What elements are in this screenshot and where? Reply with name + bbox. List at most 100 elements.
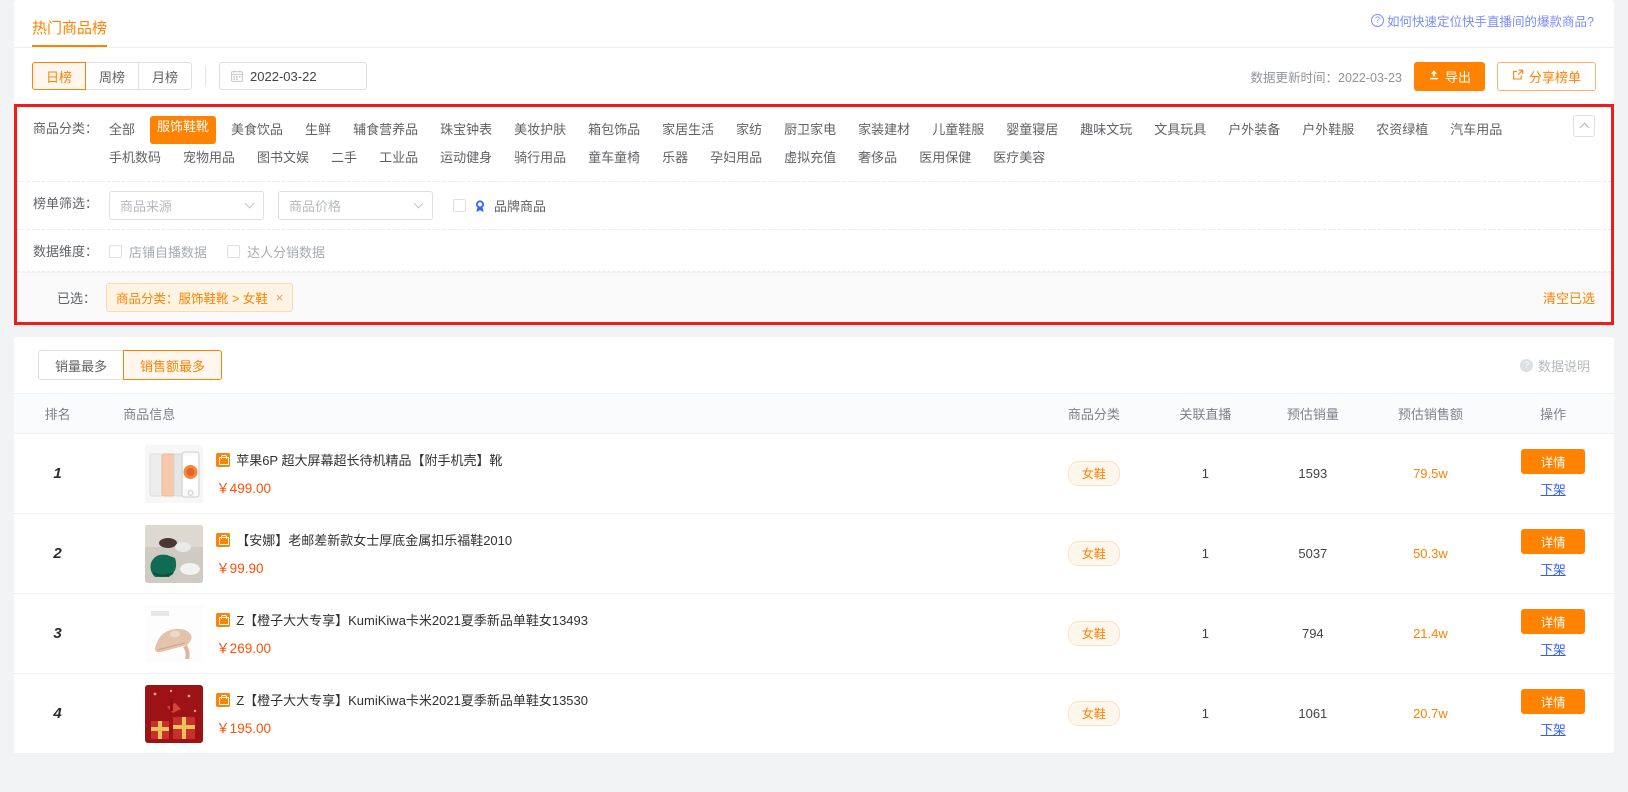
product-thumbnail[interactable] [145, 684, 204, 743]
list-filter-row: 榜单筛选： 商品来源 商品价格 品牌商品 [17, 182, 1611, 230]
cell-volume: 5037 [1257, 513, 1369, 594]
product-thumbnail[interactable] [145, 604, 204, 663]
cell-product-info: Z【橙子大大专享】KumiKiwa卡米2021夏季新品单鞋女13530 ￥195… [101, 673, 1034, 754]
category-item[interactable]: 汽车用品 [1450, 116, 1502, 144]
category-item[interactable]: 辅食营养品 [353, 116, 418, 144]
dimension-filter-label: 数据维度： [33, 244, 99, 259]
category-item[interactable]: 乐器 [662, 144, 688, 172]
category-item[interactable]: 工业品 [379, 144, 418, 172]
cell-amount: 50.3w [1368, 513, 1493, 594]
category-item[interactable]: 手机数码 [109, 144, 161, 172]
shop-data-checkbox[interactable] [109, 245, 122, 258]
tab-weekly[interactable]: 周榜 [85, 62, 140, 90]
period-tabs: 日榜 周榜 月榜 [32, 62, 193, 90]
product-name[interactable]: 【安娜】老邮差新款女士厚底金属扣乐福鞋2010 [236, 531, 512, 550]
brand-checkbox-label: 品牌商品 [494, 199, 547, 214]
category-item[interactable]: 厨卫家电 [784, 116, 836, 144]
th-product-info: 商品信息 [101, 393, 1034, 434]
brand-checkbox[interactable] [453, 199, 466, 212]
product-name[interactable]: Z【橙子大大专享】KumiKiwa卡米2021夏季新品单鞋女13530 [236, 691, 588, 710]
brand-checkbox-row[interactable]: 品牌商品 [453, 196, 546, 215]
detail-button[interactable]: 详情 [1521, 529, 1586, 554]
th-category: 商品分类 [1034, 393, 1154, 434]
tab-sort-volume[interactable]: 销量最多 [38, 350, 125, 380]
table-row: 4 Z【橙子大大专享】KumiKiwa卡米2021夏季新品单鞋女13530 ￥1… [14, 673, 1614, 754]
category-item[interactable]: 珠宝钟表 [440, 116, 492, 144]
detail-button[interactable]: 详情 [1521, 609, 1586, 634]
data-note-link[interactable]: ? 数据说明 [1519, 356, 1590, 375]
offshelf-link[interactable]: 下架 [1541, 719, 1566, 738]
cell-rank: 4 [14, 673, 102, 754]
category-item[interactable]: 婴童寝居 [1006, 116, 1058, 144]
category-item[interactable]: 运动健身 [440, 144, 492, 172]
cell-category: 女鞋 [1034, 433, 1154, 514]
category-item-active[interactable]: 服饰鞋靴 [150, 116, 217, 144]
date-picker[interactable]: 2022-03-22 [219, 62, 368, 90]
detail-button[interactable]: 详情 [1521, 689, 1586, 714]
tab-monthly[interactable]: 月榜 [138, 62, 193, 90]
dimension-filter-row: 数据维度： 店铺自播数据 达人分销数据 [17, 230, 1611, 272]
chevron-up-icon [1579, 122, 1589, 133]
category-item[interactable]: 户外鞋服 [1302, 116, 1354, 144]
product-thumbnail[interactable] [145, 524, 204, 583]
category-badge: 女鞋 [1067, 621, 1120, 646]
category-item[interactable]: 农资绿植 [1376, 116, 1428, 144]
category-item[interactable]: 孕妇用品 [710, 144, 762, 172]
category-item[interactable]: 全部 [109, 116, 135, 144]
category-item[interactable]: 图书文娱 [257, 144, 309, 172]
close-icon[interactable]: × [276, 291, 284, 304]
category-item[interactable]: 家纺 [736, 116, 762, 144]
help-link[interactable]: ? 如何快速定位快手直播间的爆款商品? [1371, 11, 1594, 30]
category-badge: 女鞋 [1067, 461, 1120, 486]
divider [205, 66, 207, 86]
category-item[interactable]: 美食饮品 [231, 116, 283, 144]
category-item[interactable]: 宠物用品 [183, 144, 235, 172]
category-item[interactable]: 户外装备 [1228, 116, 1280, 144]
source-select[interactable]: 商品来源 [109, 191, 264, 220]
share-button[interactable]: 分享榜单 [1496, 61, 1596, 91]
export-button[interactable]: 导出 [1413, 61, 1485, 91]
cell-rank: 3 [14, 593, 102, 674]
category-item[interactable]: 生鲜 [305, 116, 331, 144]
category-item[interactable]: 医疗美容 [993, 144, 1045, 172]
category-item[interactable]: 二手 [331, 144, 357, 172]
product-price: ￥195.00 [216, 720, 271, 736]
offshelf-link[interactable]: 下架 [1541, 559, 1566, 578]
dimension-checkbox-shop[interactable]: 店铺自播数据 [109, 242, 207, 261]
category-item[interactable]: 家居生活 [662, 116, 714, 144]
price-select-value: 商品价格 [289, 199, 342, 214]
category-item[interactable]: 文具玩具 [1154, 116, 1206, 144]
selected-tag[interactable]: 商品分类：服饰鞋靴 > 女鞋 × [106, 283, 294, 312]
category-item[interactable]: 童车童椅 [588, 144, 640, 172]
category-item[interactable]: 趣味文玩 [1080, 116, 1132, 144]
category-item[interactable]: 箱包饰品 [588, 116, 640, 144]
cell-product-info: 苹果6P 超大屏幕超长待机精品【附手机壳】靴 ￥499.00 [101, 433, 1034, 514]
category-item[interactable]: 家装建材 [858, 116, 910, 144]
category-item[interactable]: 骑行用品 [514, 144, 566, 172]
product-name[interactable]: Z【橙子大大专享】KumiKiwa卡米2021夏季新品单鞋女13493 [236, 611, 588, 630]
tab-daily[interactable]: 日榜 [32, 62, 87, 90]
page-title: 热门商品榜 [32, 21, 108, 47]
price-select[interactable]: 商品价格 [278, 191, 433, 220]
category-item[interactable]: 奢侈品 [858, 144, 897, 172]
th-rank: 排名 [14, 393, 102, 434]
category-list: 全部 服饰鞋靴 美食饮品 生鲜 辅食营养品 珠宝钟表 美妆护肤 箱包饰品 家居生活 家纺 厨卫家电家… [109, 116, 1595, 172]
tab-sort-amount[interactable]: 销售额最多 [123, 350, 223, 380]
export-label: 导出 [1444, 69, 1471, 85]
cell-category: 女鞋 [1034, 673, 1154, 754]
category-item[interactable]: 虚拟充值 [784, 144, 836, 172]
dimension-checkbox-influencer[interactable]: 达人分销数据 [227, 242, 325, 261]
clear-selected-button[interactable]: 清空已选 [1543, 288, 1595, 307]
product-thumbnail[interactable] [145, 444, 204, 503]
product-name[interactable]: 苹果6P 超大屏幕超长待机精品【附手机壳】靴 [236, 451, 502, 470]
category-item[interactable]: 医用保健 [919, 144, 971, 172]
influencer-data-checkbox[interactable] [227, 245, 241, 258]
category-item[interactable]: 儿童鞋服 [932, 116, 984, 144]
detail-button[interactable]: 详情 [1521, 449, 1586, 474]
offshelf-link[interactable]: 下架 [1541, 479, 1566, 498]
cell-live-count: 1 [1153, 593, 1258, 674]
selected-tag-label: 商品分类：服饰鞋靴 > 女鞋 [116, 292, 268, 306]
category-collapse-button[interactable] [1573, 115, 1595, 137]
offshelf-link[interactable]: 下架 [1541, 639, 1566, 658]
category-item[interactable]: 美妆护肤 [514, 116, 566, 144]
